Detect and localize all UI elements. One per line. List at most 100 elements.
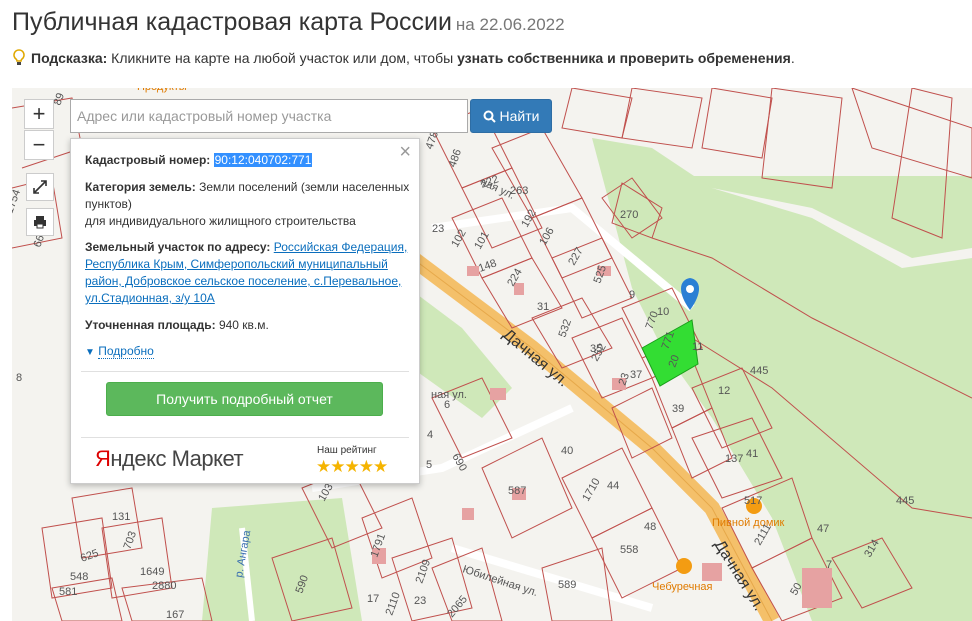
map-label: р. Ангара xyxy=(233,529,253,579)
parcel-popup: × Кадастровый номер: 90:12:040702:771 Ка… xyxy=(70,138,420,484)
map-label: 548 xyxy=(70,571,88,583)
lightbulb-icon xyxy=(13,49,25,65)
report-button[interactable]: Получить подробный отчет xyxy=(106,382,383,416)
hint-text: Кликните на карте на любой участок или д… xyxy=(107,50,458,66)
map-label: 314 xyxy=(862,538,882,560)
divider xyxy=(81,371,409,372)
cadastral-label: Кадастровый номер: xyxy=(85,153,211,167)
printer-icon xyxy=(34,216,46,229)
print-button[interactable] xyxy=(26,208,54,236)
map-label: Продукты xyxy=(137,88,187,93)
map-label: 106 xyxy=(537,226,557,248)
area-value: 940 кв.м. xyxy=(218,318,269,332)
map-label: Юбилейная ул. xyxy=(461,563,539,599)
map-label: 486 xyxy=(447,148,465,169)
search-button-label: Найти xyxy=(499,108,540,124)
map-label: 2065 xyxy=(445,593,470,619)
map-label: 20 xyxy=(667,353,682,369)
map-label: 39 xyxy=(672,403,684,415)
map-label: 8 xyxy=(16,372,22,384)
zoom-in-button[interactable]: + xyxy=(24,99,54,129)
map-label: 590 xyxy=(294,574,312,595)
map-label: 558 xyxy=(620,544,638,556)
map-label: 192 xyxy=(519,208,539,230)
more-row[interactable]: ▼ Подробно xyxy=(85,343,410,361)
category-label: Категория земель: xyxy=(85,180,196,194)
search-button[interactable]: Найти xyxy=(470,99,552,133)
map-label: 2109 xyxy=(414,558,434,585)
hint-bar: Подсказка: Кликните на карте на любой уч… xyxy=(12,49,795,67)
map-label: 137 xyxy=(725,453,743,465)
cadastral-row: Кадастровый номер: 90:12:040702:771 xyxy=(85,152,410,169)
map-label: 7 xyxy=(826,559,832,571)
map-label: 625 xyxy=(79,547,100,565)
more-link[interactable]: Подробно xyxy=(98,344,154,359)
map-label: 47 xyxy=(817,523,829,535)
map-label: 37 xyxy=(630,369,642,381)
map-label: 5 xyxy=(426,459,432,471)
yandex-market-logo[interactable]: Яндекс Маркет xyxy=(95,446,244,472)
map-label: 102 xyxy=(449,228,469,250)
map-label: 40 xyxy=(561,445,573,457)
rating-label: Наш рейтинг xyxy=(317,445,377,456)
map-label: 1754 xyxy=(12,188,23,215)
title-text: Публичная кадастровая карта России xyxy=(12,8,452,36)
map-label: 167 xyxy=(166,609,184,621)
map-label: 581 xyxy=(59,586,77,598)
map-label: 1791 xyxy=(369,532,389,559)
street-label: Дачная ул. xyxy=(711,537,768,614)
map-label: 12 xyxy=(718,385,730,397)
map-label: 445 xyxy=(896,495,914,507)
page-title: Публичная кадастровая карта России на 22.… xyxy=(12,8,565,37)
map-label: 31 xyxy=(537,301,549,313)
area-label: Уточненная площадь: xyxy=(85,318,216,332)
fullscreen-button[interactable] xyxy=(26,173,54,201)
cadastral-number[interactable]: 90:12:040702:771 xyxy=(213,153,313,167)
map-label: 2110 xyxy=(384,591,403,617)
map-label: 131 xyxy=(112,511,130,523)
map-label: 101 xyxy=(472,230,492,252)
category-row: Категория земель: Земли поселений (земли… xyxy=(85,179,410,230)
expand-icon xyxy=(33,180,47,194)
map-label: 771 xyxy=(660,330,678,351)
map-label: 445 xyxy=(750,365,768,377)
map-label: 23 xyxy=(432,223,444,235)
map-label: 6 xyxy=(444,399,450,411)
map-label: 103 xyxy=(316,482,336,504)
map-label: Чебуречная xyxy=(652,581,713,593)
map-label: 517 xyxy=(744,495,762,507)
map-label: 9 xyxy=(629,289,635,301)
map-label: 2880 xyxy=(152,580,176,592)
map-label: 48 xyxy=(644,521,656,533)
map-label: 532 xyxy=(557,318,575,339)
category-value-2: для индивидуального жилищного строительс… xyxy=(85,214,356,228)
map-label: 270 xyxy=(620,209,638,221)
map-label: 224 xyxy=(505,267,525,289)
hint-label: Подсказка: xyxy=(31,50,108,66)
map-label: 227 xyxy=(566,246,586,268)
map-label: 589 xyxy=(558,579,576,591)
hint-end: . xyxy=(790,50,795,66)
search-icon xyxy=(483,110,496,123)
area-row: Уточненная площадь: 940 кв.м. xyxy=(85,317,410,334)
map-label: 4 xyxy=(427,429,433,441)
map-label: 17 xyxy=(367,593,379,605)
map-label: 703 xyxy=(122,530,140,551)
hint-emphasis: узнать собственника и проверить обремене… xyxy=(457,50,791,66)
search-input[interactable] xyxy=(70,99,468,133)
map-label: 525 xyxy=(592,264,610,285)
map-label: 690 xyxy=(449,452,469,474)
map-label: 44 xyxy=(607,480,619,492)
address-label: Земельный участок по адресу: xyxy=(85,240,271,254)
map-view[interactable]: Продукты89478486222263192270231021011481… xyxy=(12,88,972,621)
address-row: Земельный участок по адресу: Российская … xyxy=(85,239,410,307)
rating-stars: ★★★★★ xyxy=(316,457,388,476)
zoom-out-button[interactable]: − xyxy=(24,130,54,160)
title-date: на 22.06.2022 xyxy=(455,15,565,34)
map-label: 50 xyxy=(788,581,805,598)
map-label: 1710 xyxy=(580,476,603,503)
map-label: 23 xyxy=(414,595,426,607)
map-label: 587 xyxy=(508,485,526,497)
divider xyxy=(81,437,409,438)
map-label: 11 xyxy=(692,341,703,353)
